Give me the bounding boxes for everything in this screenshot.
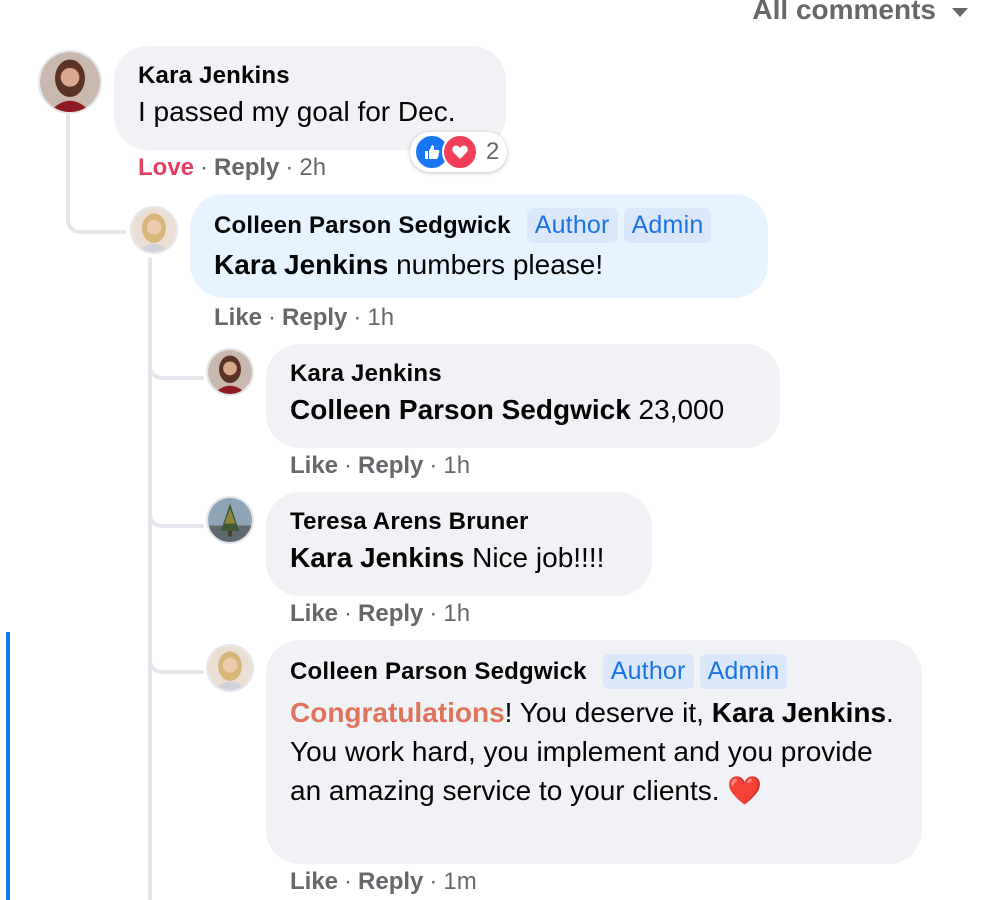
highlighted-word[interactable]: Congratulations	[290, 697, 505, 728]
like-button[interactable]: Like	[290, 452, 338, 479]
avatar[interactable]	[130, 206, 178, 254]
timestamp[interactable]: 1h	[367, 304, 394, 331]
reactions-summary[interactable]: 2	[410, 132, 508, 172]
like-button[interactable]: Like	[214, 304, 262, 331]
comment-author[interactable]: Colleen Parson Sedgwick	[290, 658, 587, 686]
thread-connector	[148, 340, 204, 380]
author-badge: Author	[602, 654, 694, 689]
like-button[interactable]: Like	[290, 600, 338, 627]
avatar[interactable]	[38, 50, 102, 114]
new-comment-indicator	[6, 632, 10, 900]
heart-icon	[442, 134, 478, 170]
thread-connector	[148, 488, 204, 528]
mention-link[interactable]: Kara Jenkins	[712, 697, 886, 728]
timestamp[interactable]: 2h	[299, 154, 326, 181]
reply-button[interactable]: Reply	[214, 154, 279, 181]
reply-button[interactable]: Reply	[282, 304, 347, 331]
avatar[interactable]	[206, 348, 254, 396]
comment-bubble: Kara Jenkins Colleen Parson Sedgwick 23,…	[266, 344, 780, 448]
reply-button[interactable]: Reply	[358, 868, 423, 895]
timestamp[interactable]: 1m	[443, 868, 476, 895]
avatar[interactable]	[206, 644, 254, 692]
mention-link[interactable]: Kara Jenkins	[214, 249, 388, 280]
comment-bubble: Colleen Parson Sedgwick Author Admin Kar…	[190, 194, 768, 298]
comment-actions: Like · Reply · 1h	[290, 600, 471, 627]
filter-label: All comments	[752, 0, 936, 25]
comment-bubble: Teresa Arens Bruner Kara Jenkins Nice jo…	[266, 492, 652, 596]
reaction-count: 2	[486, 138, 500, 165]
avatar[interactable]	[206, 496, 254, 544]
reply-button[interactable]: Reply	[358, 600, 423, 627]
thread-connector	[148, 634, 204, 674]
like-button[interactable]: Like	[290, 868, 338, 895]
comment-author[interactable]: Teresa Arens Bruner	[290, 508, 652, 536]
comment-text: I passed my goal for Dec.	[138, 96, 456, 127]
comment-author[interactable]: Colleen Parson Sedgwick	[214, 212, 511, 240]
heart-emoji-icon: ❤️	[727, 775, 763, 806]
comment-author[interactable]: Kara Jenkins	[138, 62, 506, 90]
admin-badge: Admin	[623, 208, 712, 243]
all-comments-filter[interactable]: All comments	[752, 0, 968, 26]
comment-actions: Like · Reply · 1h	[290, 452, 471, 479]
comment-text-block: Congratulations! You deserve it, Kara Je…	[290, 693, 894, 810]
comment-actions: Like · Reply · 1m	[290, 868, 477, 895]
comment-text: numbers please!	[388, 249, 604, 280]
admin-badge: Admin	[699, 654, 788, 689]
reply-button[interactable]: Reply	[358, 452, 423, 479]
comment-bubble: Colleen Parson Sedgwick Author Admin Con…	[266, 640, 922, 864]
comment-text: ! You deserve it,	[504, 697, 712, 728]
timestamp[interactable]: 1h	[443, 600, 470, 627]
comment-text: 23,000	[630, 394, 725, 425]
mention-link[interactable]: Kara Jenkins	[290, 542, 464, 573]
comment-actions: Like · Reply · 1h	[214, 304, 395, 331]
mention-link[interactable]: Colleen Parson Sedgwick	[290, 394, 631, 425]
author-badge: Author	[526, 208, 618, 243]
timestamp[interactable]: 1h	[443, 452, 470, 479]
comment-text: Nice job!!!!	[464, 542, 605, 573]
love-button[interactable]: Love	[138, 154, 194, 181]
comment-author[interactable]: Kara Jenkins	[290, 360, 780, 388]
comment-actions: Love · Reply · 2h	[138, 154, 327, 181]
caret-down-icon	[952, 7, 968, 17]
